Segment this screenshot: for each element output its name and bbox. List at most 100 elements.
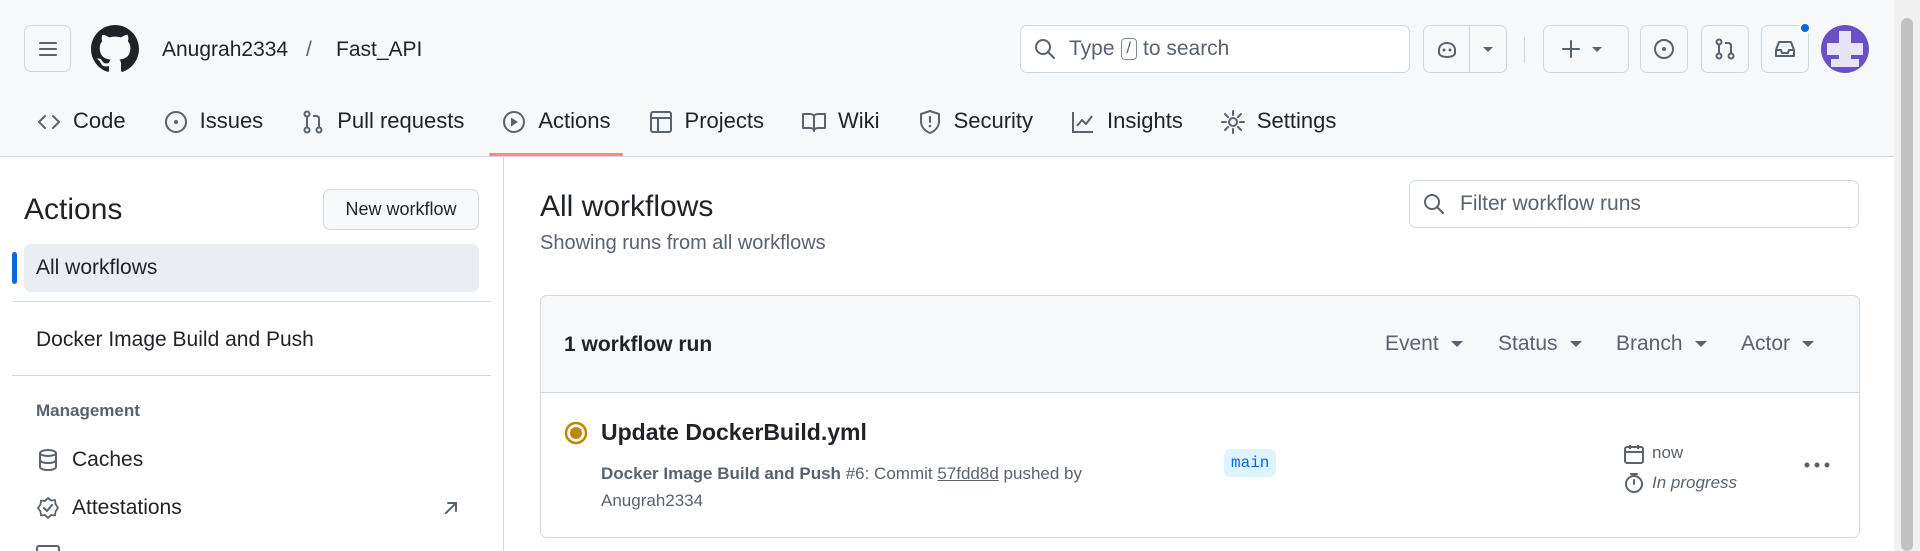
search-suffix: to search <box>1142 37 1230 60</box>
tab-settings-label: Settings <box>1256 108 1337 133</box>
sidebar-item-label: Attestations <box>72 496 182 519</box>
filter-runs-input[interactable]: Filter workflow runs <box>1409 180 1859 228</box>
event-filter[interactable]: Event <box>1385 332 1463 356</box>
issue-icon <box>164 111 187 133</box>
table-row[interactable]: Update DockerBuild.yml Docker Image Buil… <box>541 393 1859 537</box>
tab-code-label: Code <box>73 108 126 133</box>
run-status: In progress <box>1652 473 1738 492</box>
repo-owner-link[interactable]: Anugrah2334 <box>162 36 288 64</box>
copilot-icon <box>1437 41 1456 59</box>
tab-security-label: Security <box>953 108 1034 133</box>
caret-down-icon <box>1450 341 1463 347</box>
sidebar-item-label: Caches <box>72 448 144 471</box>
sidebar-item-docker-workflow[interactable]: Docker Image Build and Push <box>24 316 479 364</box>
commit-prefix: : Commit <box>864 464 933 483</box>
tab-projects-label: Projects <box>684 108 765 133</box>
issues-button[interactable] <box>1640 25 1688 73</box>
global-header: Anugrah2334 / Fast_API Type / to search … <box>0 0 1894 157</box>
commit-sha-link[interactable]: 57fdd8d <box>937 464 998 483</box>
management-heading: Management <box>36 401 140 420</box>
filter-placeholder: Filter workflow runs <box>1460 192 1641 215</box>
kebab-horizontal-icon[interactable] <box>1803 460 1831 470</box>
header-divider <box>1524 37 1525 63</box>
caret-down-icon <box>1802 341 1815 347</box>
chevron-down-icon[interactable] <box>1470 39 1506 59</box>
active-tab-underline <box>489 153 623 156</box>
run-count: 1 workflow run <box>564 333 713 356</box>
repo-name-link[interactable]: Fast_API <box>336 36 422 64</box>
run-number: #6 <box>845 464 865 483</box>
tab-settings[interactable]: Settings <box>1208 100 1349 156</box>
shield-icon <box>919 110 940 134</box>
calendar-icon <box>1624 445 1644 464</box>
status-filter-label: Status <box>1498 332 1558 355</box>
tab-code[interactable]: Code <box>24 100 138 156</box>
scrollbar-thumb[interactable] <box>1901 18 1913 551</box>
pull-requests-button[interactable] <box>1701 25 1749 73</box>
run-time: now <box>1652 443 1684 462</box>
status-filter[interactable]: Status <box>1498 332 1582 356</box>
search-prefix: Type <box>1069 37 1115 60</box>
sidebar-item-partial[interactable] <box>36 545 60 551</box>
table-icon <box>649 111 672 133</box>
tab-insights[interactable]: Insights <box>1058 100 1195 156</box>
caret-down-icon <box>1569 341 1582 347</box>
scrollbar[interactable] <box>1894 0 1920 551</box>
run-author-link[interactable]: Anugrah2334 <box>601 491 703 510</box>
tab-wiki[interactable]: Wiki <box>789 100 892 156</box>
run-title[interactable]: Update DockerBuild.yml <box>601 419 867 446</box>
actor-filter-label: Actor <box>1741 332 1791 355</box>
external-link-icon <box>445 502 457 514</box>
verified-icon <box>37 497 59 519</box>
pull-request-icon <box>1715 38 1735 60</box>
tab-actions[interactable]: Actions <box>489 100 623 156</box>
page-subtitle: Showing runs from all workflows <box>540 232 826 254</box>
book-icon <box>802 113 827 132</box>
event-filter-label: Event <box>1385 332 1439 355</box>
tab-security[interactable]: Security <box>905 100 1045 156</box>
breadcrumb-separator: / <box>306 38 312 61</box>
sidebar-item-caches[interactable]: Caches <box>24 436 479 484</box>
chevron-down-icon <box>1592 47 1602 52</box>
tab-issues[interactable]: Issues <box>151 100 276 156</box>
run-workflow-name: Docker Image Build and Push <box>601 464 841 483</box>
search-input[interactable]: Type / to search <box>1020 25 1410 73</box>
plus-icon <box>1562 40 1580 58</box>
branch-filter[interactable]: Branch <box>1616 332 1707 356</box>
sidebar-title: Actions <box>24 193 123 226</box>
database-icon <box>39 449 57 472</box>
graph-icon <box>1072 112 1094 133</box>
new-workflow-button[interactable]: New workflow <box>323 189 479 230</box>
tab-wiki-label: Wiki <box>838 108 880 133</box>
sidebar-item-label: All workflows <box>36 256 158 279</box>
copilot-button[interactable] <box>1423 25 1507 73</box>
tab-projects[interactable]: Projects <box>636 100 776 156</box>
menu-button[interactable] <box>24 25 71 72</box>
branch-filter-label: Branch <box>1616 332 1683 355</box>
play-icon <box>503 111 526 133</box>
page-title: All workflows <box>540 190 714 223</box>
workflow-runs-box: 1 workflow run Event Status Branch Actor… <box>540 295 1860 538</box>
actions-sidebar: Actions New workflow All workflows Docke… <box>0 157 504 551</box>
avatar[interactable] <box>1821 25 1869 73</box>
repo-nav-tabs: Code Issues Pull requests Actions Projec… <box>24 100 1361 156</box>
actor-filter[interactable]: Actor <box>1741 332 1815 356</box>
stopwatch-icon <box>1625 473 1643 493</box>
in-progress-icon <box>564 421 588 445</box>
caret-down-icon <box>1694 341 1707 347</box>
notification-dot <box>1799 22 1811 34</box>
github-mark-icon <box>91 25 139 72</box>
sidebar-item-all-workflows[interactable]: All workflows <box>12 244 479 292</box>
inbox-icon <box>1775 41 1795 57</box>
sidebar-item-attestations[interactable]: Attestations <box>24 484 479 532</box>
tab-issues-label: Issues <box>199 108 264 133</box>
create-new-button[interactable] <box>1543 25 1629 73</box>
github-logo[interactable] <box>91 25 139 73</box>
run-meta: Docker Image Build and Push #6: Commit 5… <box>601 460 1141 514</box>
branch-badge[interactable]: main <box>1224 449 1277 477</box>
sidebar-divider <box>12 301 491 302</box>
tab-pull-requests[interactable]: Pull requests <box>288 100 476 156</box>
identicon-icon <box>1827 31 1863 67</box>
hamburger-icon <box>38 41 57 56</box>
tab-actions-label: Actions <box>538 108 611 133</box>
